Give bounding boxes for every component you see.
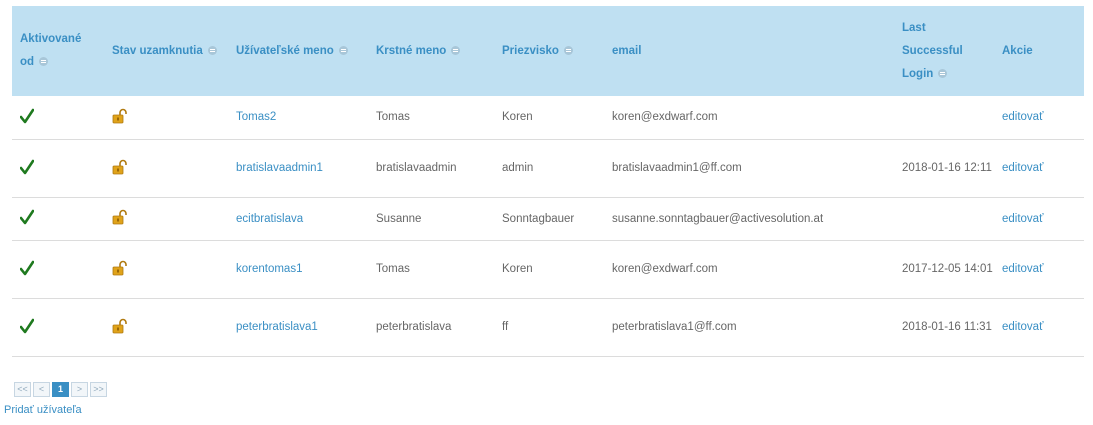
- next-page-button[interactable]: >: [71, 382, 88, 397]
- table-row: bratislavaadmin1 bratislavaadmin admin b…: [12, 139, 1084, 198]
- username-link[interactable]: korentomas1: [236, 263, 302, 275]
- first-name-cell: Tomas: [368, 240, 494, 299]
- sort-icon[interactable]: [563, 45, 573, 55]
- lock-state-cell: [104, 298, 228, 357]
- table-row: korentomas1 Tomas Koren koren@exdwarf.co…: [12, 240, 1084, 299]
- last-name-cell: Koren: [494, 240, 604, 299]
- lock-state-cell: [104, 139, 228, 198]
- column-header-activated[interactable]: Aktivované od: [12, 6, 104, 96]
- edit-link[interactable]: editovať: [1002, 321, 1043, 333]
- checkmark-icon: [20, 209, 34, 225]
- activated-cell: [12, 298, 104, 357]
- unlocked-padlock-icon[interactable]: [112, 108, 128, 124]
- column-header-email: email: [604, 6, 894, 96]
- last-page-button[interactable]: >>: [90, 382, 107, 397]
- table-header-row: Aktivované od Stav uzamknutia Užívateľsk…: [12, 6, 1084, 96]
- column-header-last-login[interactable]: Last Successful Login: [894, 6, 994, 96]
- username-cell: ecitbratislava: [228, 197, 368, 241]
- column-header-label: Stav uzamknutia: [112, 44, 203, 57]
- prev-page-button[interactable]: <: [33, 382, 50, 397]
- last-login-cell: 2017-12-05 14:01: [894, 240, 994, 299]
- last-login-cell: 2018-01-16 12:11: [894, 139, 994, 198]
- sort-icon[interactable]: [39, 57, 49, 66]
- last-login-cell: 2018-01-16 11:31: [894, 298, 994, 357]
- unlocked-padlock-icon[interactable]: [112, 209, 128, 225]
- column-header-last-name[interactable]: Priezvisko: [494, 6, 604, 96]
- last-name-cell: admin: [494, 139, 604, 198]
- username-link[interactable]: ecitbratislava: [236, 213, 303, 225]
- column-header-first-name[interactable]: Krstné meno: [368, 6, 494, 96]
- sort-icon[interactable]: [451, 45, 461, 55]
- username-cell: peterbratislava1: [228, 298, 368, 357]
- actions-cell: editovať: [994, 240, 1084, 299]
- column-header-username[interactable]: Užívateľské meno: [228, 6, 368, 96]
- username-cell: korentomas1: [228, 240, 368, 299]
- checkmark-icon: [20, 318, 34, 333]
- table-row: Tomas2 Tomas Koren koren@exdwarf.com edi…: [12, 96, 1084, 140]
- username-link[interactable]: Tomas2: [236, 111, 276, 123]
- last-name-cell: Koren: [494, 96, 604, 140]
- column-header-label: email: [612, 44, 642, 57]
- table-row: ecitbratislava Susanne Sonntagbauer susa…: [12, 197, 1084, 241]
- activated-cell: [12, 240, 104, 299]
- username-link[interactable]: peterbratislava1: [236, 321, 318, 333]
- first-name-cell: peterbratislava: [368, 298, 494, 357]
- edit-link[interactable]: editovať: [1002, 111, 1043, 123]
- lock-state-cell: [104, 197, 228, 241]
- email-cell: peterbratislava1@ff.com: [604, 298, 894, 357]
- email-cell: susanne.sonntagbauer@activesolution.at: [604, 197, 894, 241]
- first-name-cell: Tomas: [368, 96, 494, 140]
- first-name-cell: bratislavaadmin: [368, 139, 494, 198]
- unlocked-padlock-icon[interactable]: [112, 318, 128, 334]
- current-page-button[interactable]: 1: [52, 382, 69, 397]
- edit-link[interactable]: editovať: [1002, 162, 1043, 174]
- email-cell: koren@exdwarf.com: [604, 240, 894, 299]
- lock-state-cell: [104, 96, 228, 140]
- actions-cell: editovať: [994, 96, 1084, 140]
- table-row: peterbratislava1 peterbratislava ff pete…: [12, 298, 1084, 357]
- sort-icon[interactable]: [938, 68, 948, 78]
- users-table: Aktivované od Stav uzamknutia Užívateľsk…: [12, 6, 1084, 357]
- last-login-cell: [894, 197, 994, 241]
- actions-cell: editovať: [994, 139, 1084, 198]
- email-cell: koren@exdwarf.com: [604, 96, 894, 140]
- email-cell: bratislavaadmin1@ff.com: [604, 139, 894, 198]
- column-header-label: Krstné meno: [376, 44, 447, 57]
- user-management-page: Aktivované od Stav uzamknutia Užívateľsk…: [0, 0, 1093, 425]
- actions-cell: editovať: [994, 197, 1084, 241]
- edit-link[interactable]: editovať: [1002, 213, 1043, 225]
- last-name-cell: ff: [494, 298, 604, 357]
- sort-icon[interactable]: [207, 45, 217, 55]
- unlocked-padlock-icon[interactable]: [112, 260, 128, 276]
- actions-cell: editovať: [994, 298, 1084, 357]
- unlocked-padlock-icon[interactable]: [112, 159, 128, 175]
- checkmark-icon: [20, 108, 34, 124]
- pagination: << < 1 > >>: [14, 382, 107, 397]
- column-header-label: Aktivované od: [20, 33, 82, 68]
- activated-cell: [12, 96, 104, 140]
- column-header-lock-state[interactable]: Stav uzamknutia: [104, 6, 228, 96]
- edit-link[interactable]: editovať: [1002, 263, 1043, 275]
- sort-icon[interactable]: [338, 45, 348, 55]
- checkmark-icon: [20, 159, 34, 174]
- column-header-label: Last Successful Login: [902, 21, 963, 80]
- checkmark-icon: [20, 260, 34, 275]
- username-link[interactable]: bratislavaadmin1: [236, 162, 323, 174]
- column-header-label: Užívateľské meno: [236, 44, 334, 57]
- first-name-cell: Susanne: [368, 197, 494, 241]
- column-header-label: Akcie: [1002, 44, 1033, 57]
- last-login-cell: [894, 96, 994, 140]
- username-cell: bratislavaadmin1: [228, 139, 368, 198]
- activated-cell: [12, 139, 104, 198]
- column-header-actions: Akcie: [994, 6, 1084, 96]
- username-cell: Tomas2: [228, 96, 368, 140]
- activated-cell: [12, 197, 104, 241]
- last-name-cell: Sonntagbauer: [494, 197, 604, 241]
- first-page-button[interactable]: <<: [14, 382, 31, 397]
- column-header-label: Priezvisko: [502, 44, 559, 57]
- add-user-link[interactable]: Pridať užívateľa: [4, 404, 82, 416]
- lock-state-cell: [104, 240, 228, 299]
